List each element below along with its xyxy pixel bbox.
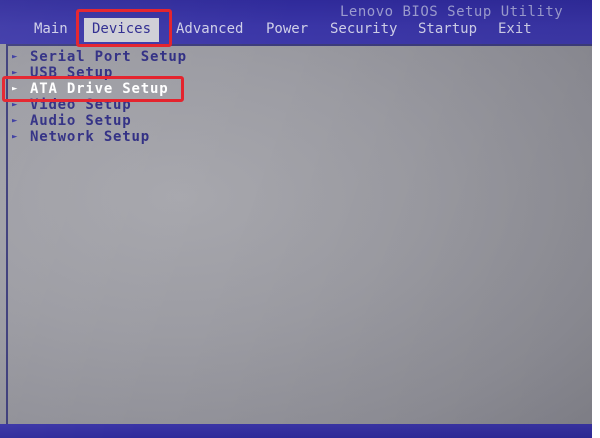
tab-power[interactable]: Power [266,18,308,42]
tab-advanced[interactable]: Advanced [176,18,243,42]
menu-item-label: Network Setup [30,129,150,145]
tab-security[interactable]: Security [330,18,397,42]
bios-bottom-bar [0,424,600,438]
devices-tab-highlight-box [76,9,172,47]
menu-item-audio-setup[interactable]: ► Audio Setup [12,113,132,129]
tab-startup[interactable]: Startup [418,18,477,42]
submenu-arrow-icon: ► [12,116,18,126]
submenu-arrow-icon: ► [12,132,18,142]
menu-item-label: Serial Port Setup [30,49,187,65]
submenu-arrow-icon: ► [12,52,18,62]
menu-item-network-setup[interactable]: ► Network Setup [12,129,150,145]
tab-main[interactable]: Main [34,18,68,42]
menu-item-label: Audio Setup [30,113,132,129]
bios-screen-photo: Lenovo BIOS Setup Utility Main Devices A… [0,0,600,438]
tab-exit[interactable]: Exit [498,18,532,42]
image-border [592,0,600,438]
menu-item-serial-port-setup[interactable]: ► Serial Port Setup [12,49,187,65]
ata-drive-setup-highlight-box [2,76,184,102]
